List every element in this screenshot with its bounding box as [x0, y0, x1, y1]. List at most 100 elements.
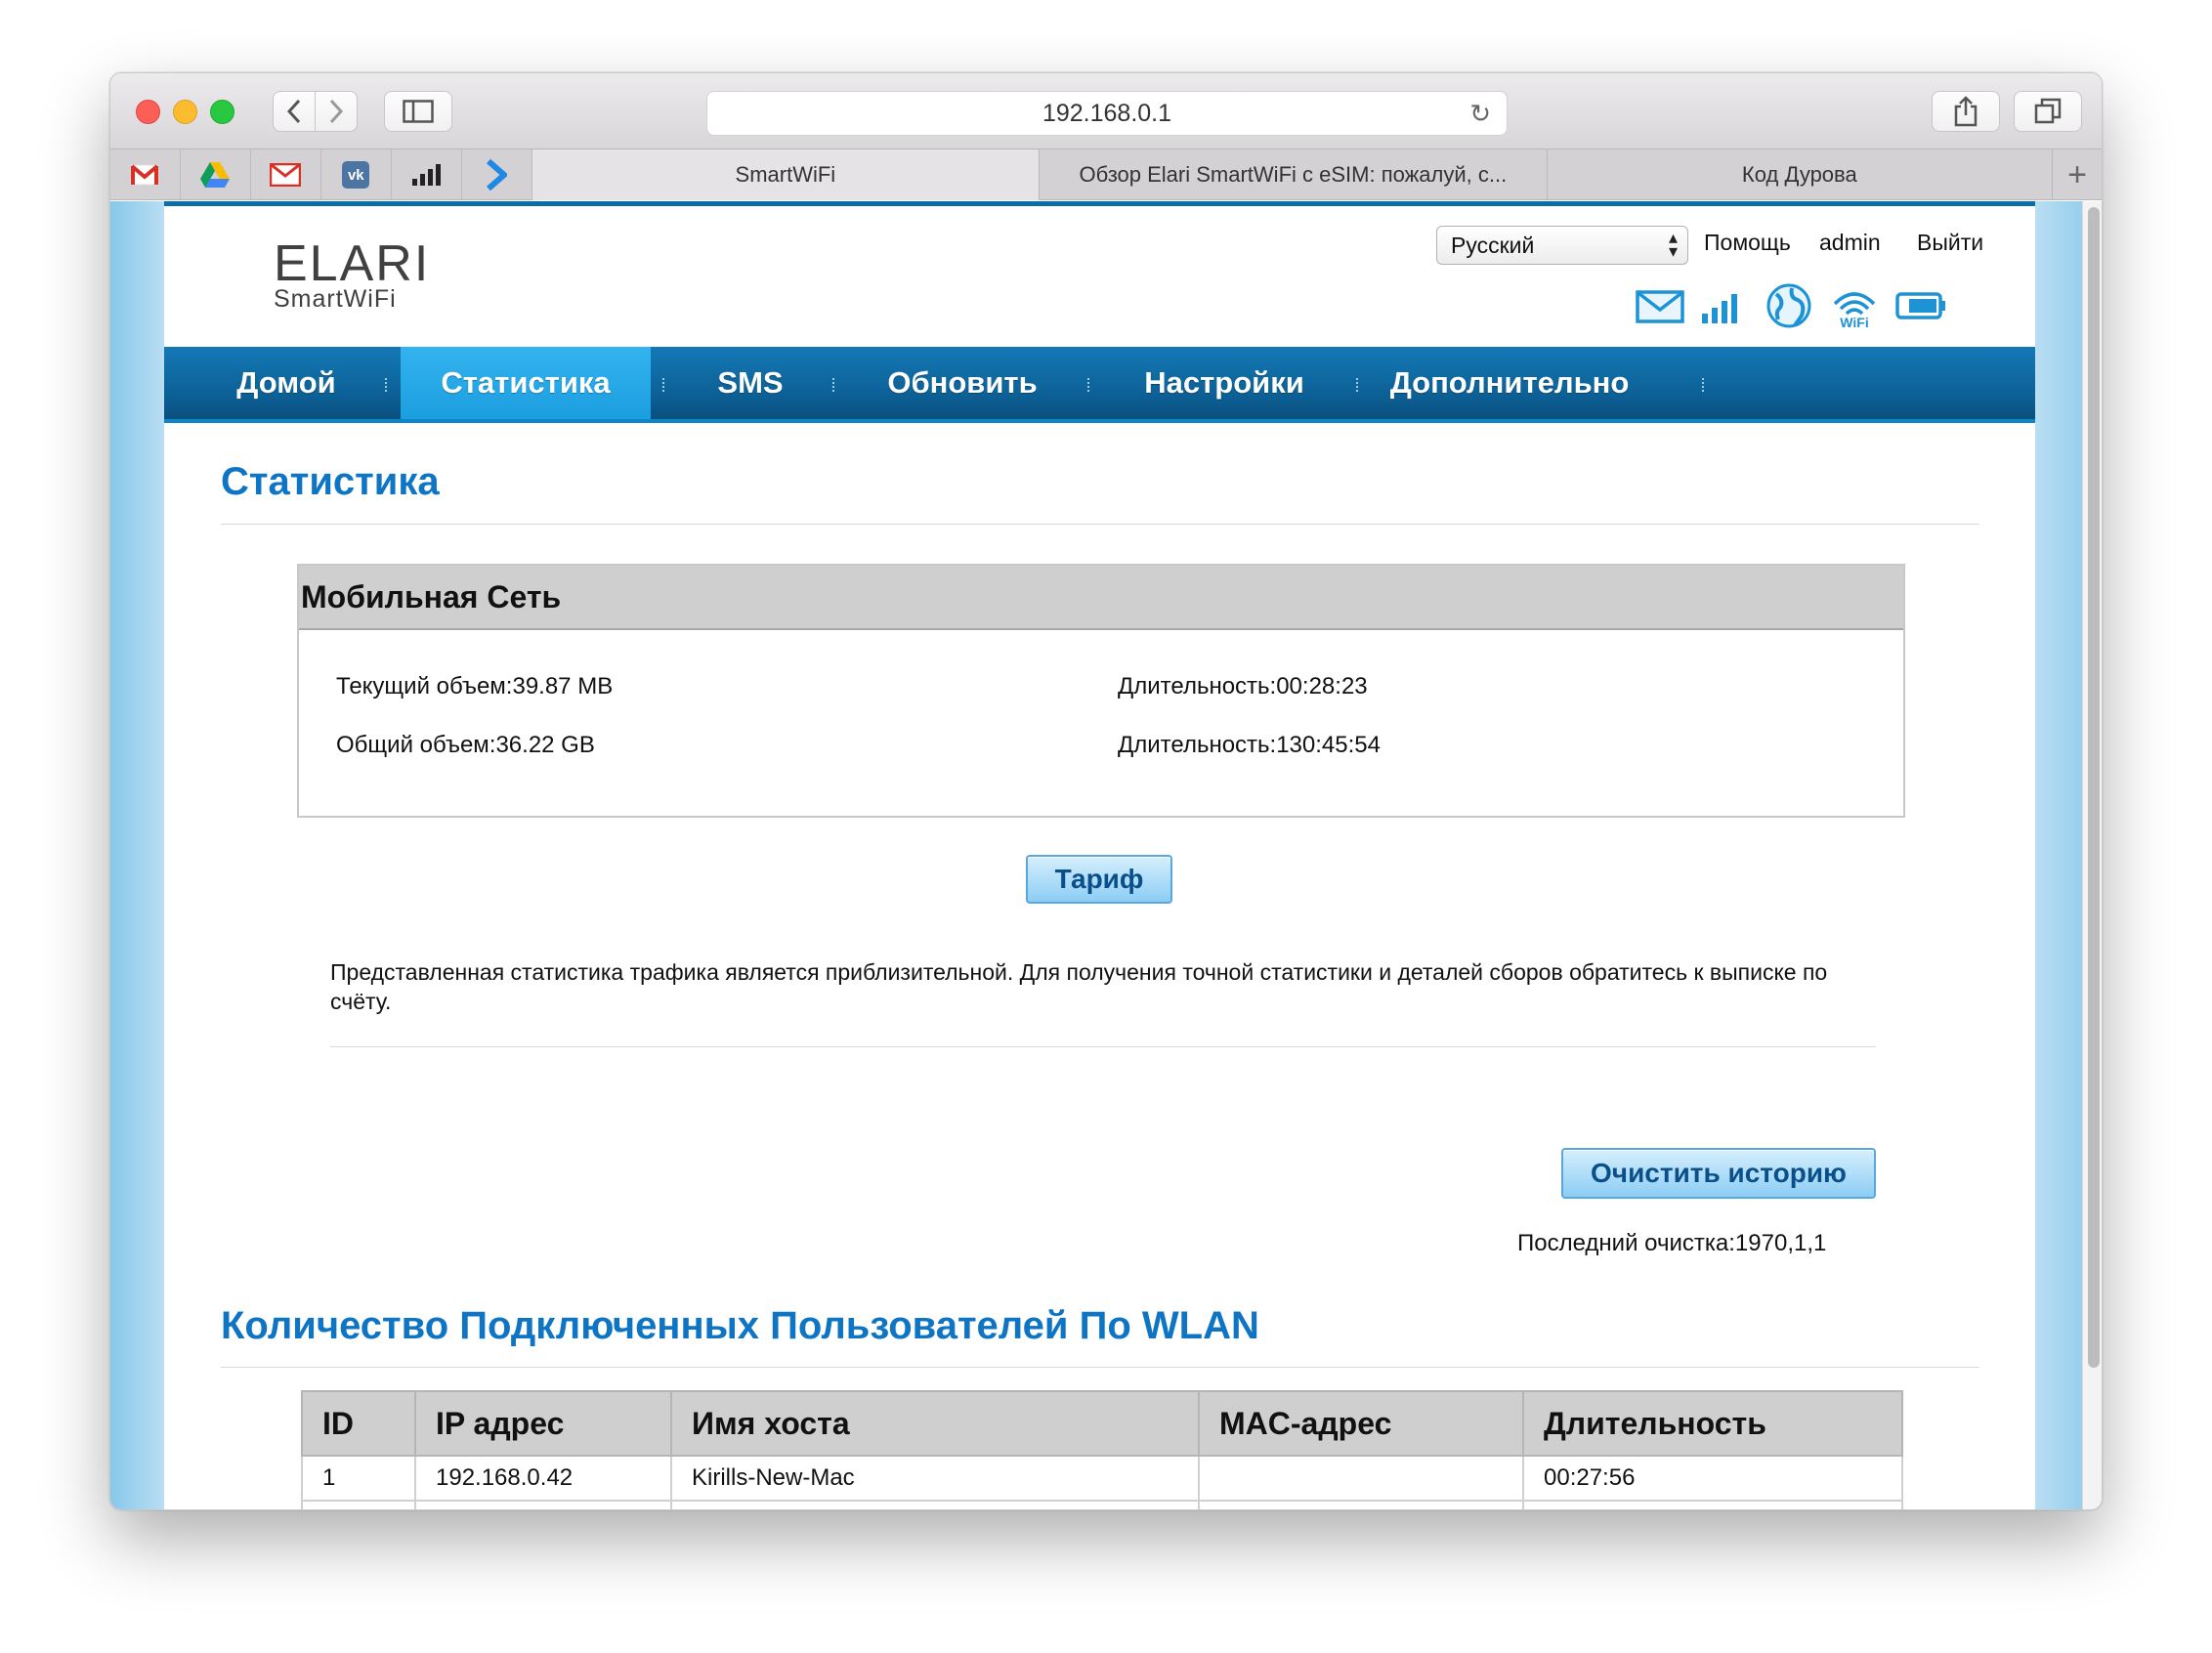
- user-name: admin: [1819, 230, 1881, 255]
- address-bar[interactable]: 192.168.0.1 ↻: [706, 91, 1508, 136]
- gmail-icon: [130, 164, 159, 186]
- drive-icon: [200, 162, 231, 188]
- signal-strength-icon: [1702, 294, 1737, 323]
- cell-duration: 00:27:56: [1522, 1455, 1903, 1502]
- bookmark-vk[interactable]: vk: [321, 149, 392, 200]
- nav-divider: [662, 378, 664, 392]
- back-button[interactable]: [273, 91, 316, 132]
- help-link[interactable]: Помощь: [1704, 230, 1791, 256]
- reload-icon[interactable]: ↻: [1469, 99, 1491, 129]
- total-volume: Общий объем:36.22 GB: [336, 732, 595, 758]
- nav-divider: [1702, 378, 1704, 392]
- nav-advanced[interactable]: Дополнительно: [1358, 347, 1661, 419]
- signal-bars-icon: [412, 164, 442, 186]
- nav-label: Дополнительно: [1389, 365, 1630, 400]
- tab-label: Код Дурова: [1741, 162, 1857, 187]
- share-icon: [1954, 96, 1978, 127]
- chevron-left-icon: [286, 99, 301, 124]
- cell-empty: [1522, 1500, 1903, 1509]
- browser-window: 192.168.0.1 ↻ vk SmartWiFi Обзор Elari S…: [109, 72, 2103, 1510]
- nav-label: Настройки: [1144, 365, 1304, 400]
- wifi-label: WiFi: [1840, 315, 1868, 329]
- section-divider: [330, 1046, 1876, 1047]
- logout-link[interactable]: Выйти: [1917, 230, 1983, 256]
- total-duration: Длительность:130:45:54: [1118, 732, 1381, 758]
- logo-main: ELARI: [274, 235, 431, 292]
- page-scrollbar[interactable]: [2082, 201, 2102, 1509]
- nav-label: Статистика: [441, 365, 611, 400]
- nav-home[interactable]: Домой: [174, 347, 399, 419]
- nav-divider: [1087, 378, 1089, 392]
- chevron-right-icon: [329, 99, 344, 124]
- mobile-network-panel: Мобильная Сеть Текущий объем:39.87 MB Дл…: [297, 564, 1905, 818]
- bookmark-drive[interactable]: [181, 149, 251, 200]
- close-window-button[interactable]: [136, 100, 160, 124]
- stats-disclaimer: Представленная статистика трафика являет…: [330, 959, 1828, 1014]
- nav-sms[interactable]: SMS: [666, 347, 834, 419]
- cell-ip: 192.168.0.42: [414, 1455, 672, 1502]
- cell-id: 1: [301, 1455, 416, 1502]
- cell-empty: [301, 1500, 416, 1509]
- clear-history-button[interactable]: Очистить историю: [1561, 1148, 1876, 1199]
- browser-toolbar: 192.168.0.1 ↻: [110, 73, 2102, 149]
- language-select[interactable]: Русский ▴ ▾: [1436, 226, 1688, 265]
- bookmark-mail[interactable]: [251, 149, 321, 200]
- router-page: ELARI SmartWiFi Русский ▴ ▾ Помощь admin …: [164, 201, 2035, 1509]
- nav-label: Домой: [236, 365, 336, 400]
- panel-title: Мобильная Сеть: [299, 566, 1903, 630]
- tabs-overview-button[interactable]: [2014, 91, 2082, 132]
- forward-button[interactable]: [315, 91, 358, 132]
- scrollbar-thumb[interactable]: [2088, 207, 2100, 1368]
- tab-review[interactable]: Обзор Elari SmartWiFi с eSIM: пожалуй, с…: [1040, 149, 1548, 200]
- sidebar-toggle-button[interactable]: [384, 91, 452, 132]
- current-volume: Текущий объем:39.87 MB: [336, 673, 614, 699]
- url-text: 192.168.0.1: [1042, 99, 1172, 127]
- nav-label: Обновить: [887, 365, 1038, 400]
- nav-update[interactable]: Обновить: [836, 347, 1088, 419]
- wifi-icon: WiFi: [1833, 292, 1876, 329]
- nav-divider: [385, 378, 387, 392]
- table-row-partial: [301, 1500, 1903, 1509]
- bookmark-signal[interactable]: [392, 149, 462, 200]
- cell-empty: [414, 1500, 672, 1509]
- main-nav: Домой Статистика SMS Обновить Настройки …: [164, 347, 2035, 423]
- cell-empty: [670, 1500, 1200, 1509]
- cell-mac: [1198, 1455, 1524, 1502]
- column-header-id: ID: [301, 1390, 416, 1457]
- nav-statistics[interactable]: Статистика: [401, 347, 651, 419]
- new-tab-button[interactable]: +: [2053, 149, 2102, 200]
- minimize-window-button[interactable]: [173, 100, 197, 124]
- elari-logo: ELARI SmartWiFi: [274, 235, 431, 312]
- last-clear-date: Последний очистка:1970,1,1: [1517, 1230, 1827, 1256]
- mail-icon: [270, 163, 302, 187]
- bookmark-arrow[interactable]: [462, 149, 532, 200]
- arrow-icon: [487, 159, 508, 191]
- tabs-icon: [2034, 98, 2062, 124]
- tariff-button[interactable]: Тариф: [1026, 855, 1172, 904]
- battery-icon: [1895, 292, 1945, 319]
- page-title: Статистика: [221, 460, 440, 503]
- message-envelope-icon[interactable]: [1634, 282, 1688, 329]
- language-value: Русский: [1451, 232, 1535, 258]
- cell-empty: [1198, 1500, 1524, 1509]
- tab-bar: vk SmartWiFi Обзор Elari SmartWiFi с eSI…: [110, 149, 2102, 200]
- cell-hostname: Kirills-New-Mac: [670, 1455, 1200, 1502]
- tab-durov-code[interactable]: Код Дурова: [1548, 149, 2054, 200]
- column-header-duration: Длительность: [1522, 1390, 1903, 1457]
- sidebar-icon: [403, 100, 434, 123]
- tab-smartwifi[interactable]: SmartWiFi: [532, 149, 1041, 200]
- nav-label: SMS: [717, 365, 784, 400]
- tab-label: Обзор Elari SmartWiFi с eSIM: пожалуй, с…: [1079, 162, 1508, 187]
- column-header-hostname: Имя хоста: [670, 1390, 1200, 1457]
- zoom-window-button[interactable]: [210, 100, 234, 124]
- internet-globe-icon: [1766, 283, 1811, 328]
- select-arrows-icon: ▴ ▾: [1668, 228, 1678, 261]
- nav-settings[interactable]: Настройки: [1092, 347, 1356, 419]
- vk-label: vk: [347, 166, 364, 184]
- column-header-ip: IP адрес: [414, 1390, 672, 1457]
- share-button[interactable]: [1932, 91, 2000, 132]
- bookmark-gmail[interactable]: [110, 149, 181, 200]
- wlan-title-divider: [221, 1367, 1979, 1368]
- column-header-mac: MAC-адрес: [1198, 1390, 1524, 1457]
- title-divider: [221, 524, 1979, 525]
